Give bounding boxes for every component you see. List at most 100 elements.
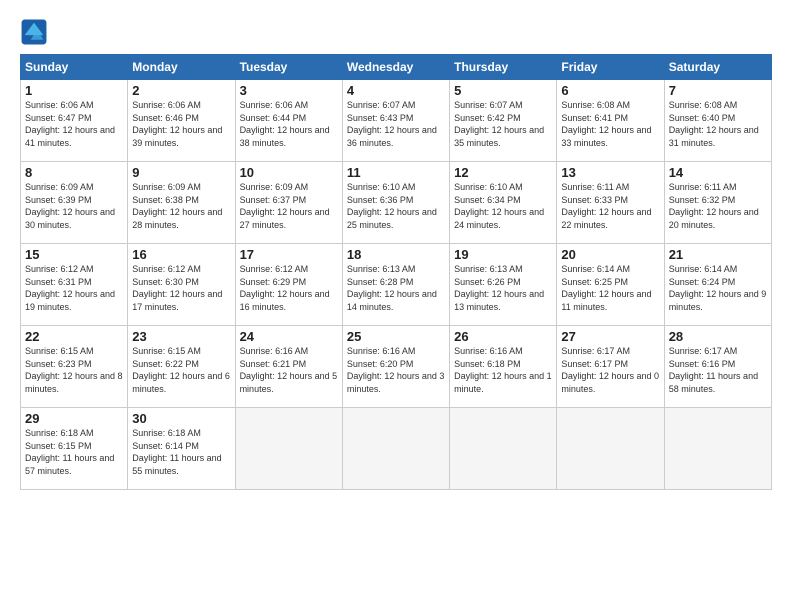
calendar-table: SundayMondayTuesdayWednesdayThursdayFrid… [20, 54, 772, 490]
day-info: Sunrise: 6:14 AMSunset: 6:24 PMDaylight:… [669, 263, 767, 313]
day-number: 19 [454, 247, 552, 262]
calendar-cell: 7Sunrise: 6:08 AMSunset: 6:40 PMDaylight… [664, 80, 771, 162]
day-info: Sunrise: 6:15 AMSunset: 6:23 PMDaylight:… [25, 345, 123, 395]
day-number: 4 [347, 83, 445, 98]
calendar-cell: 11Sunrise: 6:10 AMSunset: 6:36 PMDayligh… [342, 162, 449, 244]
page: SundayMondayTuesdayWednesdayThursdayFrid… [0, 0, 792, 500]
calendar-cell: 13Sunrise: 6:11 AMSunset: 6:33 PMDayligh… [557, 162, 664, 244]
day-number: 17 [240, 247, 338, 262]
calendar-cell: 20Sunrise: 6:14 AMSunset: 6:25 PMDayligh… [557, 244, 664, 326]
week-row-2: 8Sunrise: 6:09 AMSunset: 6:39 PMDaylight… [21, 162, 772, 244]
day-number: 29 [25, 411, 123, 426]
calendar-cell: 12Sunrise: 6:10 AMSunset: 6:34 PMDayligh… [450, 162, 557, 244]
day-info: Sunrise: 6:12 AMSunset: 6:30 PMDaylight:… [132, 263, 230, 313]
day-info: Sunrise: 6:06 AMSunset: 6:44 PMDaylight:… [240, 99, 338, 149]
calendar-cell: 5Sunrise: 6:07 AMSunset: 6:42 PMDaylight… [450, 80, 557, 162]
day-number: 14 [669, 165, 767, 180]
day-header-friday: Friday [557, 55, 664, 80]
calendar-cell: 14Sunrise: 6:11 AMSunset: 6:32 PMDayligh… [664, 162, 771, 244]
header-row [20, 18, 772, 46]
day-number: 3 [240, 83, 338, 98]
day-info: Sunrise: 6:13 AMSunset: 6:26 PMDaylight:… [454, 263, 552, 313]
calendar-cell: 18Sunrise: 6:13 AMSunset: 6:28 PMDayligh… [342, 244, 449, 326]
day-info: Sunrise: 6:10 AMSunset: 6:34 PMDaylight:… [454, 181, 552, 231]
day-header-saturday: Saturday [664, 55, 771, 80]
day-info: Sunrise: 6:11 AMSunset: 6:32 PMDaylight:… [669, 181, 767, 231]
week-row-3: 15Sunrise: 6:12 AMSunset: 6:31 PMDayligh… [21, 244, 772, 326]
calendar-cell: 4Sunrise: 6:07 AMSunset: 6:43 PMDaylight… [342, 80, 449, 162]
day-info: Sunrise: 6:07 AMSunset: 6:42 PMDaylight:… [454, 99, 552, 149]
calendar-cell: 16Sunrise: 6:12 AMSunset: 6:30 PMDayligh… [128, 244, 235, 326]
calendar-cell: 23Sunrise: 6:15 AMSunset: 6:22 PMDayligh… [128, 326, 235, 408]
day-header-tuesday: Tuesday [235, 55, 342, 80]
day-number: 26 [454, 329, 552, 344]
calendar-cell: 3Sunrise: 6:06 AMSunset: 6:44 PMDaylight… [235, 80, 342, 162]
calendar-cell: 25Sunrise: 6:16 AMSunset: 6:20 PMDayligh… [342, 326, 449, 408]
calendar-cell: 24Sunrise: 6:16 AMSunset: 6:21 PMDayligh… [235, 326, 342, 408]
day-info: Sunrise: 6:08 AMSunset: 6:41 PMDaylight:… [561, 99, 659, 149]
day-info: Sunrise: 6:06 AMSunset: 6:47 PMDaylight:… [25, 99, 123, 149]
day-info: Sunrise: 6:07 AMSunset: 6:43 PMDaylight:… [347, 99, 445, 149]
day-number: 6 [561, 83, 659, 98]
calendar-cell: 22Sunrise: 6:15 AMSunset: 6:23 PMDayligh… [21, 326, 128, 408]
calendar-cell [557, 408, 664, 490]
day-info: Sunrise: 6:16 AMSunset: 6:18 PMDaylight:… [454, 345, 552, 395]
week-row-4: 22Sunrise: 6:15 AMSunset: 6:23 PMDayligh… [21, 326, 772, 408]
day-number: 10 [240, 165, 338, 180]
calendar-cell: 9Sunrise: 6:09 AMSunset: 6:38 PMDaylight… [128, 162, 235, 244]
day-header-monday: Monday [128, 55, 235, 80]
day-number: 5 [454, 83, 552, 98]
day-info: Sunrise: 6:15 AMSunset: 6:22 PMDaylight:… [132, 345, 230, 395]
calendar-cell: 19Sunrise: 6:13 AMSunset: 6:26 PMDayligh… [450, 244, 557, 326]
day-number: 28 [669, 329, 767, 344]
day-info: Sunrise: 6:17 AMSunset: 6:17 PMDaylight:… [561, 345, 659, 395]
calendar-cell [235, 408, 342, 490]
day-info: Sunrise: 6:06 AMSunset: 6:46 PMDaylight:… [132, 99, 230, 149]
calendar-cell: 15Sunrise: 6:12 AMSunset: 6:31 PMDayligh… [21, 244, 128, 326]
calendar-cell [342, 408, 449, 490]
day-header-thursday: Thursday [450, 55, 557, 80]
day-info: Sunrise: 6:16 AMSunset: 6:20 PMDaylight:… [347, 345, 445, 395]
day-info: Sunrise: 6:08 AMSunset: 6:40 PMDaylight:… [669, 99, 767, 149]
day-number: 7 [669, 83, 767, 98]
calendar-cell: 30Sunrise: 6:18 AMSunset: 6:14 PMDayligh… [128, 408, 235, 490]
day-number: 22 [25, 329, 123, 344]
day-number: 8 [25, 165, 123, 180]
week-row-1: 1Sunrise: 6:06 AMSunset: 6:47 PMDaylight… [21, 80, 772, 162]
day-info: Sunrise: 6:18 AMSunset: 6:14 PMDaylight:… [132, 427, 230, 477]
calendar-cell: 17Sunrise: 6:12 AMSunset: 6:29 PMDayligh… [235, 244, 342, 326]
day-number: 9 [132, 165, 230, 180]
day-number: 16 [132, 247, 230, 262]
day-info: Sunrise: 6:17 AMSunset: 6:16 PMDaylight:… [669, 345, 767, 395]
day-info: Sunrise: 6:11 AMSunset: 6:33 PMDaylight:… [561, 181, 659, 231]
calendar-cell: 6Sunrise: 6:08 AMSunset: 6:41 PMDaylight… [557, 80, 664, 162]
logo-icon [20, 18, 48, 46]
day-number: 30 [132, 411, 230, 426]
day-number: 27 [561, 329, 659, 344]
calendar-cell: 2Sunrise: 6:06 AMSunset: 6:46 PMDaylight… [128, 80, 235, 162]
logo [20, 18, 52, 46]
day-number: 12 [454, 165, 552, 180]
day-info: Sunrise: 6:09 AMSunset: 6:39 PMDaylight:… [25, 181, 123, 231]
calendar-cell: 26Sunrise: 6:16 AMSunset: 6:18 PMDayligh… [450, 326, 557, 408]
calendar-cell [664, 408, 771, 490]
day-number: 21 [669, 247, 767, 262]
calendar-cell: 8Sunrise: 6:09 AMSunset: 6:39 PMDaylight… [21, 162, 128, 244]
day-info: Sunrise: 6:14 AMSunset: 6:25 PMDaylight:… [561, 263, 659, 313]
calendar-cell: 21Sunrise: 6:14 AMSunset: 6:24 PMDayligh… [664, 244, 771, 326]
day-number: 23 [132, 329, 230, 344]
calendar-cell [450, 408, 557, 490]
calendar-cell: 10Sunrise: 6:09 AMSunset: 6:37 PMDayligh… [235, 162, 342, 244]
calendar-cell: 28Sunrise: 6:17 AMSunset: 6:16 PMDayligh… [664, 326, 771, 408]
calendar-header-row: SundayMondayTuesdayWednesdayThursdayFrid… [21, 55, 772, 80]
day-info: Sunrise: 6:12 AMSunset: 6:29 PMDaylight:… [240, 263, 338, 313]
day-info: Sunrise: 6:13 AMSunset: 6:28 PMDaylight:… [347, 263, 445, 313]
day-number: 18 [347, 247, 445, 262]
day-number: 20 [561, 247, 659, 262]
week-row-5: 29Sunrise: 6:18 AMSunset: 6:15 PMDayligh… [21, 408, 772, 490]
day-info: Sunrise: 6:12 AMSunset: 6:31 PMDaylight:… [25, 263, 123, 313]
calendar-cell: 1Sunrise: 6:06 AMSunset: 6:47 PMDaylight… [21, 80, 128, 162]
day-number: 24 [240, 329, 338, 344]
day-info: Sunrise: 6:09 AMSunset: 6:37 PMDaylight:… [240, 181, 338, 231]
calendar-cell: 27Sunrise: 6:17 AMSunset: 6:17 PMDayligh… [557, 326, 664, 408]
